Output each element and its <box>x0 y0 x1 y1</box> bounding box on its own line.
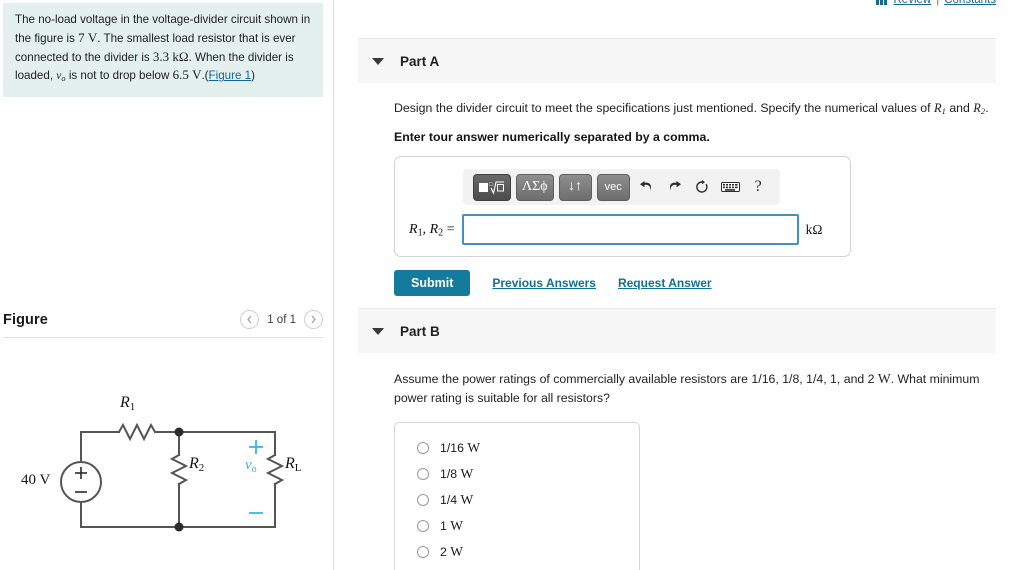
page-root: The no-load voltage in the voltage-divid… <box>0 0 1024 570</box>
part-a-header[interactable]: Part A <box>358 38 996 83</box>
constants-link[interactable]: Constants <box>944 0 996 6</box>
answer-lhs-label: R1, R2 = <box>409 221 455 239</box>
part-b-title: Part B <box>400 323 440 339</box>
reset-button[interactable] <box>691 175 714 200</box>
part-b-question: Assume the power ratings of commercially… <box>394 371 980 406</box>
reset-circle-icon <box>696 180 708 194</box>
radio-indicator[interactable] <box>417 467 429 480</box>
node-bottom <box>174 522 184 532</box>
label-r2: R2 <box>189 455 205 474</box>
part-a-body: Design the divider circuit to meet the s… <box>358 83 996 297</box>
arrows-button[interactable]: ↓↑ <box>558 173 592 201</box>
right-panel: Review | Constants Part A Design the div… <box>335 0 1024 570</box>
left-panel: The no-load voltage in the voltage-divid… <box>0 0 334 570</box>
chevron-right-icon <box>311 315 316 324</box>
problem-value-3: 6.5 <box>172 67 189 83</box>
problem-statement: The no-load voltage in the voltage-divid… <box>3 3 323 97</box>
radio-indicator[interactable] <box>417 545 429 558</box>
answer-input[interactable] <box>461 214 799 246</box>
chevron-left-icon <box>247 315 252 324</box>
redo-arrow-icon <box>669 181 681 192</box>
problem-text-4: is not to drop below <box>65 69 173 83</box>
radio-label: 1/8 W <box>440 465 474 481</box>
part-b-header[interactable]: Part B <box>358 308 996 353</box>
topbar-separator: | <box>936 0 940 6</box>
resistor-r1-zigzag <box>117 422 157 442</box>
problem-symbol-vo: vo <box>56 69 66 84</box>
radical-icon: □ <box>489 181 504 195</box>
problem-value-1: 7 <box>78 29 85 45</box>
part-a-question: Design the divider circuit to meet the s… <box>394 101 989 117</box>
resistor-rl-zigzag <box>265 453 285 486</box>
radio-option-1-16w[interactable]: 1/16 W <box>395 435 639 461</box>
radio-option-1-8w[interactable]: 1/8 W <box>395 461 639 487</box>
part-b-panel: Part B Assume the power ratings of comme… <box>358 308 996 570</box>
problem-text-5: .( <box>201 69 209 83</box>
caret-down-icon[interactable] <box>372 327 384 335</box>
figure-title: Figure <box>3 311 48 328</box>
redo-button[interactable] <box>663 175 686 200</box>
label-rl: RL <box>285 455 302 474</box>
answer-entry-widget: □ ΛΣϕ ↓↑ vec ? R1, R2 = kΩ <box>394 156 851 258</box>
vector-button[interactable]: vec <box>596 173 630 201</box>
radio-label: 1 W <box>440 517 464 533</box>
radio-indicator[interactable] <box>417 441 429 454</box>
part-b-body: Assume the power ratings of commercially… <box>358 353 996 570</box>
radio-option-1w[interactable]: 1 W <box>395 513 639 539</box>
keyboard-icon <box>720 182 740 193</box>
figure-1-link[interactable]: Figure 1 <box>209 69 252 82</box>
review-constants-bar: Review | Constants <box>875 0 996 6</box>
radio-label: 1/16 W <box>440 439 481 455</box>
answer-unit-label: kΩ <box>805 221 823 237</box>
keyboard-button[interactable] <box>719 175 742 200</box>
node-top <box>174 427 184 437</box>
nth-root-icon: □ <box>479 179 505 196</box>
problem-unit-1: V <box>87 29 98 45</box>
greek-symbols-button[interactable]: ΛΣϕ <box>516 173 554 201</box>
answer-input-row: R1, R2 = kΩ <box>409 214 840 246</box>
figure-counter: 1 of 1 <box>267 313 296 326</box>
radio-label: 2 W <box>440 543 464 559</box>
undo-arrow-icon <box>639 181 651 192</box>
svg-text:□: □ <box>489 182 493 188</box>
radio-option-1-4w[interactable]: 1/4 W <box>395 487 639 513</box>
problem-value-2: 3.3 <box>152 48 170 64</box>
figure-header: Figure 1 of 1 <box>3 310 323 329</box>
figure-prev-button[interactable] <box>240 310 260 329</box>
undo-button[interactable] <box>635 175 658 200</box>
resistor-r2-zigzag <box>169 453 189 486</box>
label-r1: R1 <box>120 394 136 413</box>
caret-down-icon[interactable] <box>372 57 384 65</box>
bar-chart-icon <box>875 0 889 5</box>
part-a-panel: Part A Design the divider circuit to mee… <box>358 38 996 297</box>
review-link[interactable]: Review <box>894 0 932 6</box>
radio-indicator[interactable] <box>417 519 429 532</box>
problem-text-6: ) <box>251 69 255 83</box>
previous-answers-link[interactable]: Previous Answers <box>492 276 596 290</box>
part-a-title: Part A <box>400 53 440 69</box>
nth-root-template-button[interactable]: □ <box>473 173 511 201</box>
figure-divider <box>3 337 323 338</box>
figure-next-button[interactable] <box>304 310 323 329</box>
radio-label: 1/4 W <box>440 491 474 507</box>
help-button[interactable]: ? <box>747 175 770 200</box>
request-answer-link[interactable]: Request Answer <box>618 276 712 290</box>
part-a-actions: Submit Previous Answers Request Answer <box>394 270 996 297</box>
problem-unit-2: kΩ <box>172 48 189 64</box>
part-a-instruction: Enter tour answer numerically separated … <box>394 130 710 145</box>
power-rating-options: 1/16 W 1/8 W 1/4 W 1 W 2 W <box>394 421 640 570</box>
radio-option-2w[interactable]: 2 W <box>395 539 639 565</box>
circuit-diagram: R1 40 V R2 RL vo <box>0 380 334 570</box>
math-toolbar: □ ΛΣϕ ↓↑ vec ? <box>463 169 780 206</box>
radio-indicator[interactable] <box>417 493 429 506</box>
label-vo: vo <box>245 457 257 475</box>
figure-pagination: 1 of 1 <box>240 310 323 329</box>
label-source-voltage: 40 V <box>21 472 51 488</box>
submit-button[interactable]: Submit <box>394 270 471 297</box>
